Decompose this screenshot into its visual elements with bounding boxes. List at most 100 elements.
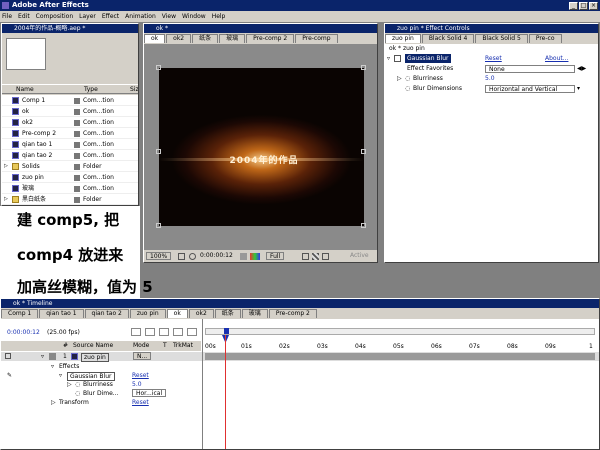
tab-comp-1[interactable]: Comp 1 <box>1 309 39 318</box>
project-item[interactable]: zuo pin Com...tion <box>2 172 138 183</box>
layer-row[interactable]: ▿ 1 zuo pin N... <box>1 352 599 362</box>
project-item[interactable]: qian tao 2 Com...tion <box>2 150 138 161</box>
tab-ok[interactable]: ok <box>144 34 166 43</box>
transform-reset-link[interactable]: Reset <box>132 398 149 407</box>
timeline-reset-link[interactable]: Reset <box>132 371 149 380</box>
comp-handle[interactable] <box>361 65 366 70</box>
project-item[interactable]: Comp 1 Com...tion <box>2 95 138 106</box>
menu-effect[interactable]: Effect <box>102 13 119 20</box>
tab-ok2[interactable]: ok2 <box>166 34 192 43</box>
menu-layer[interactable]: Layer <box>79 13 96 20</box>
project-item[interactable]: ok Com...tion <box>2 106 138 117</box>
reset-link[interactable]: Reset <box>485 54 502 63</box>
expand-arrow-icon[interactable]: ▷ <box>67 380 72 389</box>
channel-icon[interactable] <box>250 253 260 260</box>
zoom-dropdown[interactable]: 100% <box>146 252 172 260</box>
gaussian-blur-row[interactable]: ▿ Gaussian Blur Reset About... <box>385 54 598 63</box>
comp-handle[interactable] <box>156 65 161 70</box>
comp-handle[interactable] <box>361 223 366 228</box>
stopwatch-icon[interactable]: ◌ <box>75 380 80 389</box>
minimize-icon[interactable]: _ <box>569 2 578 10</box>
dropdown-arrow-icon[interactable]: ▾ <box>577 84 580 93</box>
fx-toggle-icon[interactable] <box>394 55 401 62</box>
project-item[interactable]: qian tao 1 Com...tion <box>2 139 138 150</box>
expand-arrow-icon[interactable]: ▷ <box>51 398 56 407</box>
region-icon[interactable] <box>302 253 309 260</box>
tab-black-solid-4[interactable]: Black Solid 4 <box>421 34 475 43</box>
col-name[interactable]: Name <box>16 85 34 94</box>
label-color-icon[interactable] <box>49 353 56 360</box>
collapse-arrow-icon[interactable]: ▿ <box>59 371 62 380</box>
menu-animation[interactable]: Animation <box>125 13 156 20</box>
tab-ok2[interactable]: ok2 <box>188 309 214 318</box>
project-item[interactable]: ▷ 黑白纸条 Folder <box>2 194 138 205</box>
tab-pre-comp-2[interactable]: Pre-comp 2 <box>268 309 317 318</box>
tab-paper-strip[interactable]: 纸条 <box>192 34 219 43</box>
menu-file[interactable]: File <box>2 13 12 20</box>
col-size[interactable]: Siz <box>130 85 138 94</box>
close-icon[interactable]: × <box>589 2 598 10</box>
pixel-aspect-icon[interactable] <box>322 253 329 260</box>
graph-icon[interactable] <box>187 328 197 336</box>
comp-handle[interactable] <box>156 149 161 154</box>
about-link[interactable]: About... <box>545 54 568 63</box>
favorites-arrow-icon[interactable]: ◀▶ <box>577 64 586 73</box>
stopwatch-icon[interactable]: ◌ <box>405 74 410 83</box>
layer-duration-bar[interactable] <box>205 353 595 360</box>
frame-blend-icon[interactable] <box>159 328 169 336</box>
favorites-dropdown[interactable]: None <box>485 65 575 73</box>
tab-glass[interactable]: 玻璃 <box>241 309 268 318</box>
tab-pre-comp[interactable]: Pre-co <box>528 34 562 43</box>
timeline-blurriness-value[interactable]: 5.0 <box>132 380 142 389</box>
blur-dimensions-dropdown[interactable]: Horizontal and Vertical <box>485 85 575 93</box>
layer-mode-dropdown[interactable]: N... <box>133 352 152 360</box>
timeline-dimensions-dropdown[interactable]: Hor...ical <box>132 389 167 397</box>
layer-name[interactable]: zuo pin <box>81 353 109 362</box>
expand-arrow-icon[interactable]: ▷ <box>4 194 8 205</box>
tab-glass[interactable]: 玻璃 <box>219 34 246 43</box>
work-area-start-icon[interactable] <box>224 328 229 334</box>
tab-qian-tao-1[interactable]: qian tao 1 <box>39 309 84 318</box>
blurriness-value[interactable]: 5.0 <box>485 74 495 83</box>
collapse-arrow-icon[interactable]: ▿ <box>41 352 44 361</box>
camera-icon[interactable] <box>240 253 247 260</box>
tab-paper-strip[interactable]: 纸条 <box>214 309 241 318</box>
draft-3d-icon[interactable] <box>145 328 155 336</box>
stopwatch-icon[interactable]: ◌ <box>75 389 80 398</box>
comp-handle[interactable] <box>156 223 161 228</box>
comp-handle[interactable] <box>361 149 366 154</box>
safe-zones-icon[interactable] <box>178 253 185 260</box>
tab-zuo-pin[interactable]: zuo pin <box>129 309 166 318</box>
comp-canvas[interactable]: 2004年的作品 <box>159 68 364 226</box>
current-time-indicator[interactable] <box>225 335 226 449</box>
tab-pre-comp[interactable]: Pre-comp <box>295 34 338 43</box>
tab-qian-tao-2[interactable]: qian tao 2 <box>84 309 129 318</box>
menu-edit[interactable]: Edit <box>18 13 30 20</box>
comp-button-icon[interactable] <box>131 328 141 336</box>
stopwatch-icon[interactable]: ◌ <box>405 84 410 93</box>
active-camera[interactable]: Active <box>350 250 369 262</box>
tab-zuo-pin[interactable]: zuo pin <box>385 34 421 43</box>
expand-arrow-icon[interactable]: ▷ <box>397 74 402 83</box>
resolution-dropdown[interactable]: Full <box>266 252 285 260</box>
motion-blur-icon[interactable] <box>173 328 183 336</box>
project-item[interactable]: ▷ Solids Folder <box>2 161 138 172</box>
project-item[interactable]: ok2 Com...tion <box>2 117 138 128</box>
menu-window[interactable]: Window <box>182 13 206 20</box>
tab-black-solid-5[interactable]: Black Solid 5 <box>475 34 528 43</box>
menu-view[interactable]: View <box>162 13 176 20</box>
expand-arrow-icon[interactable]: ▷ <box>4 161 8 172</box>
collapse-arrow-icon[interactable]: ▿ <box>387 54 390 63</box>
menu-help[interactable]: Help <box>212 13 226 20</box>
tab-ok[interactable]: ok <box>166 309 188 318</box>
project-item[interactable]: 玻璃 Com...tion <box>2 183 138 194</box>
visibility-icon[interactable] <box>5 353 11 359</box>
time-ruler[interactable]: 00s 01s 02s 03s 04s 05s 06s 07s 08s 09s … <box>205 343 595 351</box>
transparency-grid-icon[interactable] <box>312 253 319 260</box>
effect-name[interactable]: Gaussian Blur <box>405 54 451 63</box>
project-item[interactable]: Pre-comp 2 Com...tion <box>2 128 138 139</box>
tab-pre-comp-2[interactable]: Pre-comp 2 <box>246 34 295 43</box>
collapse-arrow-icon[interactable]: ▿ <box>51 362 54 371</box>
effect-switch-icon[interactable]: ✎ <box>7 371 12 380</box>
timeline-timecode[interactable]: 0:00:00:12 <box>7 329 40 336</box>
